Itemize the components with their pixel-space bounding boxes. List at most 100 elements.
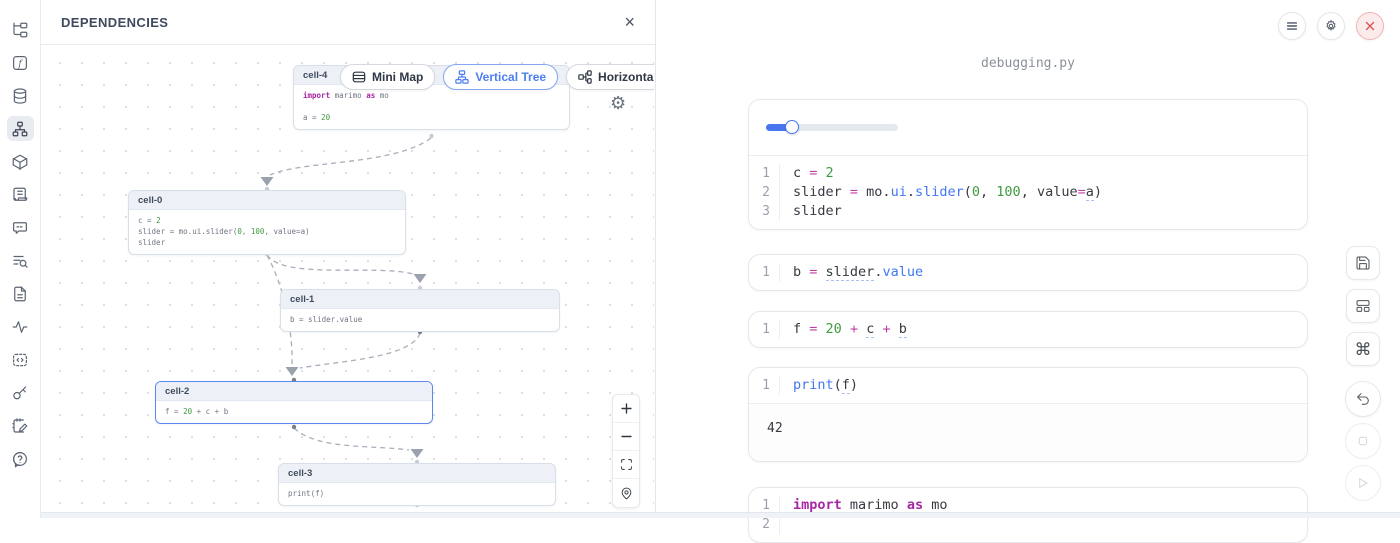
code-editor[interactable]: c = 2slider = mo.ui.slider(0, 100, value… bbox=[780, 164, 1307, 221]
settings-icon bbox=[1324, 19, 1338, 33]
action-rail: ⌘ bbox=[1345, 246, 1381, 501]
notebook-cell: 123c = 2slider = mo.ui.slider(0, 100, va… bbox=[748, 99, 1308, 230]
data-sources-icon bbox=[11, 87, 29, 105]
minus-icon bbox=[620, 430, 633, 443]
code-line: c = 2 bbox=[793, 164, 1307, 183]
menu-icon bbox=[1285, 19, 1299, 33]
code-line: slider = mo.ui.slider(0, 100, value=a) bbox=[793, 183, 1307, 202]
sidebar-item-chat[interactable] bbox=[7, 215, 34, 240]
sidebar-item-scratchpad[interactable] bbox=[7, 413, 34, 438]
sidebar-item-snippets[interactable] bbox=[7, 347, 34, 372]
scratchpad-icon bbox=[11, 417, 29, 435]
gear-icon[interactable]: ⚙ bbox=[610, 94, 626, 112]
locate-button[interactable] bbox=[613, 479, 639, 507]
notebook-cell: 1f = 20 + c + b bbox=[748, 311, 1308, 348]
file-explorer-icon bbox=[11, 21, 29, 39]
graph-node-code: import marimo as mo a = 20 bbox=[294, 85, 569, 129]
svg-text:f: f bbox=[17, 59, 23, 69]
snippets-icon bbox=[11, 351, 29, 369]
slider-track[interactable] bbox=[766, 124, 898, 131]
sidebar-item-logs[interactable] bbox=[7, 182, 34, 207]
graph-node-cell-2[interactable]: cell-2f = 20 + c + b bbox=[155, 381, 433, 424]
sidebar-item-tracing[interactable] bbox=[7, 314, 34, 339]
sidebar-item-secrets[interactable] bbox=[7, 380, 34, 405]
window-actions bbox=[1278, 12, 1384, 40]
pin-icon bbox=[620, 487, 633, 500]
graph-node-title: cell-2 bbox=[156, 382, 432, 401]
code-line: slider bbox=[793, 202, 1307, 221]
code-editor[interactable]: b = slider.value bbox=[780, 263, 1307, 282]
keyboard-shortcuts-button[interactable]: ⌘ bbox=[1346, 332, 1380, 366]
layout-panels-icon bbox=[1355, 298, 1371, 314]
code-editor[interactable]: print(f) bbox=[780, 376, 1307, 395]
settings-button[interactable] bbox=[1317, 12, 1345, 40]
stop-button[interactable] bbox=[1345, 423, 1381, 459]
sidebar-item-packages[interactable] bbox=[7, 149, 34, 174]
dependency-graph-canvas[interactable]: cell-4import marimo as mo a = 20cell-0c … bbox=[41, 46, 654, 512]
dependencies-panel: DEPENDENCIES × bbox=[41, 0, 656, 518]
slider-output bbox=[749, 100, 1307, 156]
sidebar-item-table-of-contents[interactable] bbox=[7, 248, 34, 273]
notebook-menu-button[interactable] bbox=[1278, 12, 1306, 40]
code-line: b = slider.value bbox=[793, 263, 1307, 282]
notebook-cell: 1 b = slider.value bbox=[748, 254, 1308, 291]
sidebar-item-variables[interactable]: f bbox=[7, 50, 34, 75]
close-icon[interactable]: × bbox=[624, 13, 635, 31]
plus-icon bbox=[620, 402, 633, 415]
view-mode-toolbar: Mini Map Vertical Tree Horizontal Tree bbox=[340, 64, 654, 90]
htree-icon bbox=[578, 70, 592, 84]
graph-zoom-controls bbox=[612, 394, 640, 508]
help-icon bbox=[11, 450, 29, 468]
graph-node-title: cell-0 bbox=[129, 191, 405, 210]
graph-node-cell-0[interactable]: cell-0c = 2slider = mo.ui.slider(0, 100,… bbox=[128, 190, 406, 255]
view-button-label: Horizontal Tree bbox=[598, 70, 654, 84]
cell-console-output: 42 bbox=[749, 403, 1307, 461]
notebook-filename: debugging.py bbox=[748, 56, 1308, 71]
view-button-mini-map[interactable]: Mini Map bbox=[340, 64, 435, 90]
graph-node-title: cell-3 bbox=[279, 464, 555, 483]
play-icon bbox=[1355, 475, 1371, 491]
code-line: f = 20 + c + b bbox=[793, 320, 1307, 339]
code-editor[interactable]: f = 20 + c + b bbox=[780, 320, 1307, 339]
icon-sidebar: f bbox=[0, 0, 41, 518]
command-icon: ⌘ bbox=[1355, 341, 1372, 358]
view-button-label: Mini Map bbox=[372, 70, 423, 84]
line-numbers: 1 bbox=[749, 376, 780, 395]
run-button[interactable] bbox=[1345, 465, 1381, 501]
code-line: print(f) bbox=[793, 376, 1307, 395]
close-icon bbox=[1363, 19, 1377, 33]
graph-node-code: b = slider.value bbox=[281, 309, 559, 331]
sidebar-item-dependency-graph[interactable] bbox=[7, 116, 34, 141]
undo-button[interactable] bbox=[1345, 381, 1381, 417]
graph-node-code: c = 2slider = mo.ui.slider(0, 100, value… bbox=[129, 210, 405, 254]
graph-node-cell-3[interactable]: cell-3print(f) bbox=[278, 463, 556, 506]
line-numbers: 1 bbox=[749, 263, 780, 282]
minimap-icon bbox=[352, 70, 366, 84]
table-of-contents-icon bbox=[11, 252, 29, 270]
save-button[interactable] bbox=[1346, 246, 1380, 280]
tracing-icon bbox=[11, 318, 29, 336]
view-button-horizontal-tree[interactable]: Horizontal Tree bbox=[566, 64, 654, 90]
sidebar-item-help[interactable] bbox=[7, 446, 34, 471]
sidebar-item-data-sources[interactable] bbox=[7, 83, 34, 108]
sidebar-item-documentation[interactable] bbox=[7, 281, 34, 306]
layout-toggle-button[interactable] bbox=[1346, 289, 1380, 323]
line-numbers: 123 bbox=[749, 164, 780, 221]
graph-node-cell-1[interactable]: cell-1b = slider.value bbox=[280, 289, 560, 332]
graph-node-code: print(f) bbox=[279, 483, 555, 505]
fit-view-button[interactable] bbox=[613, 451, 639, 479]
panel-title: DEPENDENCIES bbox=[61, 15, 168, 30]
zoom-out-button[interactable] bbox=[613, 423, 639, 451]
zoom-in-button[interactable] bbox=[613, 395, 639, 423]
stop-icon bbox=[1355, 433, 1371, 449]
footer-strip bbox=[41, 512, 1400, 518]
view-button-vertical-tree[interactable]: Vertical Tree bbox=[443, 64, 558, 90]
variables-icon: f bbox=[11, 54, 29, 72]
chat-icon bbox=[11, 219, 29, 237]
view-button-label: Vertical Tree bbox=[475, 70, 546, 84]
dependencies-panel-header: DEPENDENCIES × bbox=[41, 0, 655, 45]
shutdown-button[interactable] bbox=[1356, 12, 1384, 40]
slider-thumb[interactable] bbox=[785, 120, 799, 134]
sidebar-item-file-explorer[interactable] bbox=[7, 17, 34, 42]
notebook-area: debugging.py 123c = 2slider = mo.ui.slid… bbox=[657, 0, 1400, 518]
